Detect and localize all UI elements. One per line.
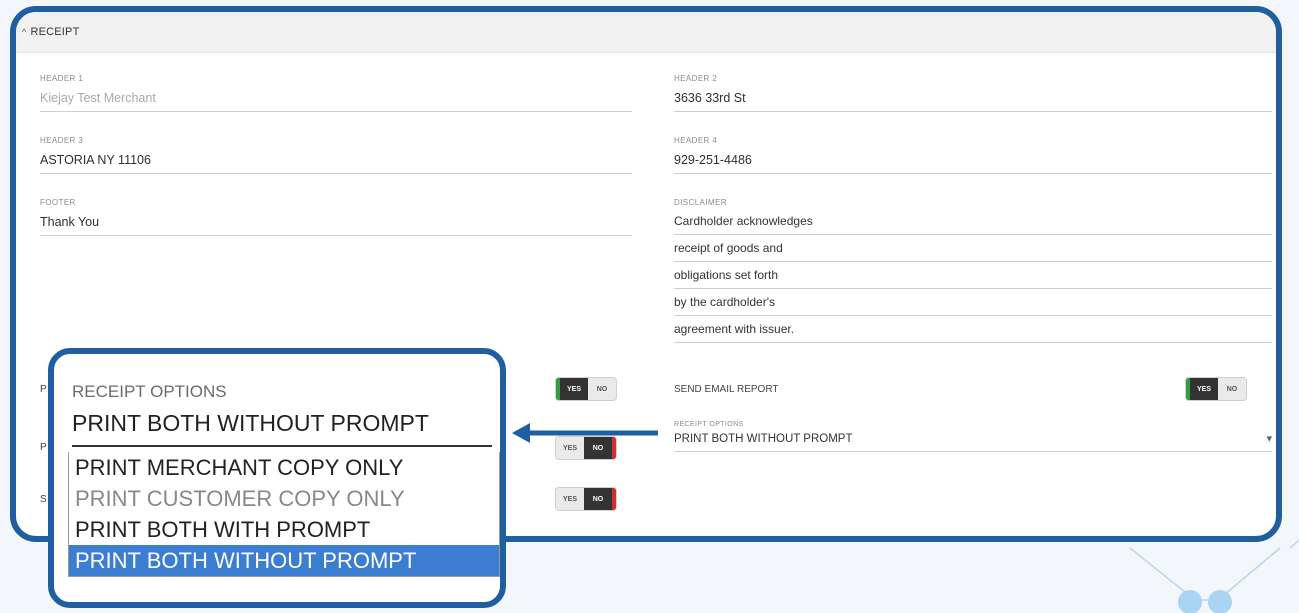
receipt-options-value: PRINT BOTH WITHOUT PROMPT <box>674 432 853 445</box>
send-email-report-toggle[interactable]: YES NO <box>1186 378 1246 400</box>
arrow-left-icon <box>512 423 658 443</box>
footer-input[interactable]: Thank You <box>40 215 632 236</box>
disclaimer-label: DISCLAIMER <box>674 198 727 207</box>
disclaimer-line[interactable]: agreement with issuer. <box>674 316 1272 343</box>
left-toggle1-label: P <box>40 384 47 395</box>
dropdown-option-selected[interactable]: PRINT BOTH WITHOUT PROMPT <box>69 545 499 576</box>
header1-field[interactable]: HEADER 1 Kiejay Test Merchant <box>40 74 632 112</box>
header3-input[interactable]: ASTORIA NY 11106 <box>40 153 632 174</box>
dropdown-option[interactable]: PRINT CUSTOMER COPY ONLY <box>69 483 499 514</box>
chevron-up-icon: ^ <box>22 27 27 37</box>
receipt-options-zoom-callout: RECEIPT OPTIONS PRINT BOTH WITHOUT PROMP… <box>48 348 506 608</box>
receipt-options-dropdown-list: PRINT MERCHANT COPY ONLY PRINT CUSTOMER … <box>68 452 500 577</box>
header4-input[interactable]: 929-251-4486 <box>674 153 1272 174</box>
dropdown-option[interactable]: PRINT BOTH WITH PROMPT <box>69 514 499 545</box>
chevron-down-icon[interactable]: ▾ <box>1266 432 1272 445</box>
disclaimer-line[interactable]: obligations set forth <box>674 262 1272 289</box>
left-toggle1-no[interactable]: NO <box>588 378 616 400</box>
footer-label: FOOTER <box>40 198 76 207</box>
header1-input[interactable]: Kiejay Test Merchant <box>40 91 632 112</box>
footer-field[interactable]: FOOTER Thank You <box>40 198 632 236</box>
receipt-section-header[interactable]: ^ RECEIPT <box>16 12 1276 53</box>
disclaimer-field[interactable]: DISCLAIMER Cardholder acknowledges recei… <box>674 198 1272 343</box>
dropdown-option[interactable]: PRINT MERCHANT COPY ONLY <box>69 452 499 483</box>
header3-label: HEADER 3 <box>40 136 84 145</box>
disclaimer-line[interactable]: by the cardholder's <box>674 289 1272 316</box>
left-toggle3[interactable]: YES NO <box>556 488 616 510</box>
section-title: RECEIPT <box>30 26 80 38</box>
left-toggle1[interactable]: YES NO <box>556 378 616 400</box>
left-toggle1-yes[interactable]: YES <box>556 378 588 400</box>
header4-label: HEADER 4 <box>674 136 718 145</box>
zoom-receipt-options-label: RECEIPT OPTIONS <box>72 382 227 401</box>
header2-input[interactable]: 3636 33rd St <box>674 91 1272 112</box>
left-toggle3-label: S <box>40 494 47 505</box>
receipt-options-select[interactable]: RECEIPT OPTIONS PRINT BOTH WITHOUT PROMP… <box>674 421 1272 452</box>
header2-label: HEADER 2 <box>674 74 718 83</box>
disclaimer-line[interactable]: Cardholder acknowledges <box>674 208 1272 235</box>
header2-field[interactable]: HEADER 2 3636 33rd St <box>674 74 1272 112</box>
header1-label: HEADER 1 <box>40 74 84 83</box>
header4-field[interactable]: HEADER 4 929-251-4486 <box>674 136 1272 174</box>
send-email-report-label: SEND EMAIL REPORT <box>674 384 779 395</box>
send-email-report-no[interactable]: NO <box>1218 378 1246 400</box>
header3-field[interactable]: HEADER 3 ASTORIA NY 11106 <box>40 136 632 174</box>
left-toggle2-label: P <box>40 442 47 453</box>
left-toggle3-no[interactable]: NO <box>584 488 616 510</box>
zoom-receipt-options-selected[interactable]: PRINT BOTH WITHOUT PROMPT <box>72 410 492 447</box>
disclaimer-line[interactable]: receipt of goods and <box>674 235 1272 262</box>
receipt-options-label: RECEIPT OPTIONS <box>674 421 744 428</box>
left-toggle3-yes[interactable]: YES <box>556 488 584 510</box>
send-email-report-yes[interactable]: YES <box>1186 378 1218 400</box>
